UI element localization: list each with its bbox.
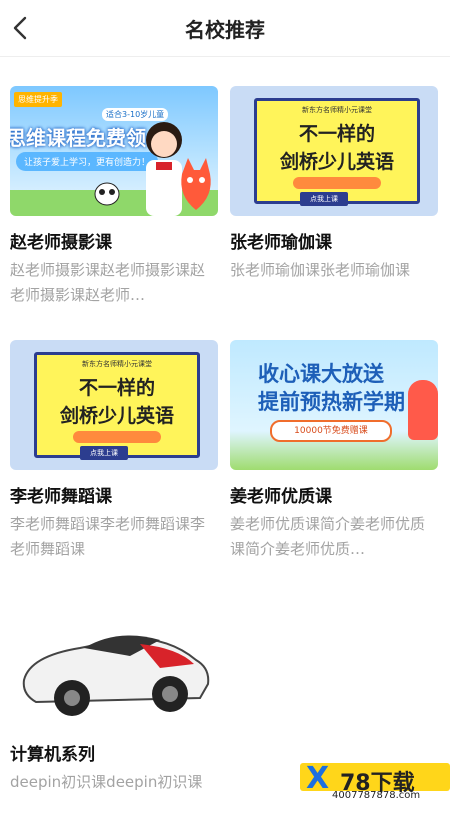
course-title: 赵老师摄影课	[10, 233, 112, 253]
course-banner-1[interactable]: 思维提升季 适合3-10岁儿童 思维课程免费领 让孩子爱上学习，更有创造力！	[10, 86, 218, 216]
banner-board: 新东方名师精小元课堂 不一样的 剑桥少儿英语	[254, 98, 420, 204]
watermark-url: 4007787878.com	[332, 790, 421, 801]
panda-mascot-icon	[94, 182, 120, 206]
page-title: 名校推荐	[185, 18, 265, 42]
banner-chip	[73, 431, 161, 443]
banner-line1: 不一样的	[78, 377, 155, 399]
banner-top: 新东方名师精小元课堂	[82, 360, 152, 368]
banner-line2: 剑桥少儿英语	[59, 405, 174, 427]
course-banner-3[interactable]: 新东方名师精小元课堂 不一样的 剑桥少儿英语 点我上课	[10, 340, 218, 470]
course-desc: deepin初识课deepin初识课	[10, 773, 203, 791]
course-banner-4[interactable]: 收心课大放送 提前预热新学期 10000节免费赠课	[230, 340, 438, 470]
fox-mascot-icon	[181, 158, 211, 210]
banner-line2: 剑桥少儿英语	[279, 151, 394, 173]
course-title: 计算机系列	[10, 745, 95, 765]
banner-ribbon-text: 10000节免费赠课	[294, 426, 368, 436]
sports-car-image	[22, 635, 210, 716]
course-title: 姜老师优质课	[230, 487, 332, 507]
banner-ribbon: 10000节免费赠课	[270, 420, 392, 442]
top-bar: 名校推荐	[0, 0, 450, 57]
banner-line2: 提前预热新学期	[258, 390, 405, 414]
banner-button: 点我上课	[80, 446, 128, 460]
banner-button: 点我上课	[300, 192, 348, 206]
banner-tag: 思维提升季	[14, 92, 62, 107]
course-desc: 姜老师优质课简介姜老师优质课简介姜老师优质…	[230, 515, 426, 558]
x-logo-icon: X	[306, 761, 330, 796]
banner-top: 新东方名师精小元课堂	[302, 106, 372, 114]
mascot-icon	[408, 380, 438, 440]
banner-headline: 思维课程免费领	[10, 126, 146, 150]
watermark-logo: X 78下载 4007787878.com	[300, 761, 450, 801]
course-banner-2[interactable]: 新东方名师精小元课堂 不一样的 剑桥少儿英语 点我上课	[230, 86, 438, 216]
course-desc: 张老师瑜伽课张老师瑜伽课	[230, 261, 411, 279]
course-desc: 赵老师摄影课赵老师摄影课赵老师摄影课赵老师…	[10, 261, 206, 304]
course-title: 张老师瑜伽课	[230, 233, 332, 253]
course-banner-5[interactable]	[10, 598, 218, 728]
course-desc: 李老师舞蹈课李老师舞蹈课李老师舞蹈课	[10, 515, 206, 558]
banner-line1: 收心课大放送	[258, 362, 384, 386]
banner-line1: 不一样的	[298, 123, 375, 145]
banner-chip	[293, 177, 381, 189]
course-title: 李老师舞蹈课	[10, 487, 112, 507]
banner-board: 新东方名师精小元课堂 不一样的 剑桥少儿英语	[34, 352, 200, 458]
